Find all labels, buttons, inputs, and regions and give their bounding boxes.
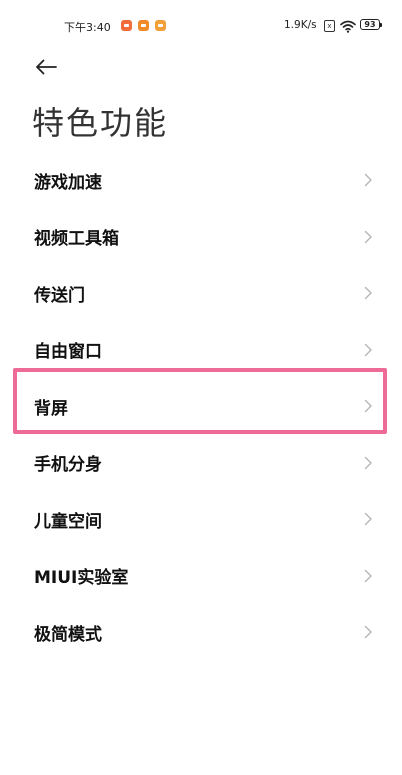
feature-menu-list: 游戏加速 视频工具箱 传送门 自由窗口 背屏 手机分身 儿童空间 MIUI实验室…	[8, 152, 396, 661]
app-notification-icon	[138, 20, 149, 31]
menu-item-rear-screen[interactable]: 背屏	[8, 378, 396, 435]
menu-item-video-toolbox[interactable]: 视频工具箱	[8, 209, 396, 266]
menu-item-label: 自由窗口	[34, 342, 102, 363]
menu-item-dual-apps[interactable]: 手机分身	[8, 435, 396, 492]
chevron-right-icon	[364, 400, 372, 413]
chevron-right-icon	[364, 626, 372, 639]
no-sim-icon: x	[324, 20, 335, 32]
chevron-right-icon	[364, 230, 372, 243]
app-notification-icon	[155, 20, 166, 31]
menu-item-label: 视频工具箱	[34, 229, 119, 250]
menu-item-label: MIUI实验室	[34, 568, 129, 589]
chevron-right-icon	[364, 513, 372, 526]
menu-item-label: 儿童空间	[34, 511, 102, 532]
menu-item-label: 极简模式	[34, 624, 102, 645]
arrow-left-icon	[36, 59, 57, 75]
menu-item-label: 传送门	[34, 285, 85, 306]
chevron-right-icon	[364, 174, 372, 187]
network-speed: 1.9K/s	[284, 19, 317, 31]
chevron-right-icon	[364, 287, 372, 300]
menu-item-label: 背屏	[34, 398, 68, 419]
wifi-icon	[340, 18, 356, 37]
menu-item-label: 手机分身	[34, 455, 102, 476]
page-title: 特色功能	[32, 104, 169, 142]
status-bar: 下午3:40 1.9K/s x 93	[8, 0, 396, 44]
menu-item-minimal-mode[interactable]: 极简模式	[8, 604, 396, 661]
menu-item-kid-space[interactable]: 儿童空间	[8, 491, 396, 548]
phone-screen: 下午3:40 1.9K/s x 93 特色功能 游戏加速 视频工具箱 传送门 自…	[8, 0, 396, 775]
status-time: 下午3:40	[64, 21, 111, 34]
chevron-right-icon	[364, 456, 372, 469]
chevron-right-icon	[364, 343, 372, 356]
app-notification-icon	[121, 20, 132, 31]
menu-item-portal[interactable]: 传送门	[8, 265, 396, 322]
menu-item-free-window[interactable]: 自由窗口	[8, 322, 396, 379]
chevron-right-icon	[364, 569, 372, 582]
battery-icon: 93	[360, 19, 382, 30]
menu-item-game-boost[interactable]: 游戏加速	[8, 152, 396, 209]
menu-item-label: 游戏加速	[34, 172, 102, 193]
menu-item-miui-lab[interactable]: MIUI实验室	[8, 548, 396, 605]
back-button[interactable]	[30, 52, 62, 82]
